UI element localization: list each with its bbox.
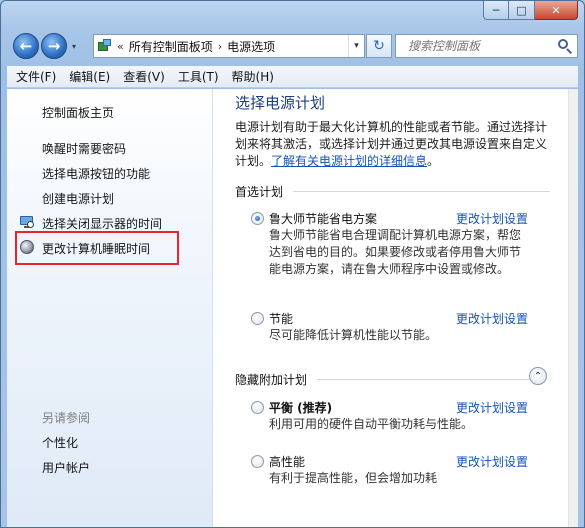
close-button[interactable]: ✕	[535, 1, 578, 20]
search-box[interactable]	[395, 34, 578, 58]
sidebar-control-panel-home[interactable]: 控制面板主页	[42, 104, 114, 121]
recent-pages-dropdown[interactable]: ▾	[68, 42, 80, 51]
search-icon[interactable]	[556, 37, 574, 55]
sidebar-item-wake-password[interactable]: 唤醒时需要密码	[42, 140, 126, 157]
sidebar-item-display-off-time[interactable]: 选择关闭显示器的时间	[42, 215, 162, 232]
breadcrumb-separator[interactable]: ›	[218, 40, 222, 53]
refresh-button[interactable]: ↻	[366, 34, 392, 58]
menu-bar: 文件(F) 编辑(E) 查看(V) 工具(T) 帮助(H)	[7, 66, 578, 88]
change-plan-settings-high-performance[interactable]: 更改计划设置	[456, 453, 528, 470]
plan-desc-balanced: 利用可用的硬件自动平衡功耗与性能。	[269, 417, 474, 431]
back-button[interactable]: ←	[13, 33, 39, 59]
plan-name-ludashi[interactable]: 鲁大师节能省电方案	[269, 210, 377, 227]
caption-buttons: ─ □ ✕	[483, 1, 578, 21]
monitor-clock-icon	[20, 215, 34, 229]
main-panel: 选择电源计划 电源计划有助于最大化计算机的性能或者节能。通过选择计划来将其激活，…	[213, 89, 578, 527]
menu-help[interactable]: 帮助(H)	[232, 68, 274, 85]
sidebar-item-power-button[interactable]: 选择电源按钮的功能	[42, 165, 150, 182]
change-plan-settings-ludashi[interactable]: 更改计划设置	[456, 210, 528, 227]
collapse-hidden-plans-button[interactable]: ⌃	[529, 367, 547, 385]
plan-desc-high-performance: 有利于提高性能，但会增加功耗	[269, 471, 438, 485]
search-input[interactable]	[396, 36, 556, 56]
change-plan-settings-balanced[interactable]: 更改计划设置	[456, 399, 528, 416]
breadcrumb-power-options[interactable]: 电源选项	[227, 38, 275, 55]
navigation-bar: ← → ▾ « 所有控制面板项 › 电源选项 ▾ ↻	[13, 32, 578, 60]
page-description: 电源计划有助于最大化计算机的性能或者节能。通过选择计划来将其激活，或选择计划并通…	[235, 119, 555, 170]
group-divider	[317, 379, 532, 380]
hidden-plans-title: 隐藏附加计划	[235, 373, 308, 387]
menu-view[interactable]: 查看(V)	[123, 68, 165, 85]
highlight-annotation	[15, 231, 179, 265]
content-area: 控制面板主页 唤醒时需要密码 选择电源按钮的功能 创建电源计划 选择关闭显示器的…	[7, 89, 578, 527]
description-end: 。	[427, 154, 440, 168]
plan-name-power-saver[interactable]: 节能	[269, 310, 293, 327]
page-title: 选择电源计划	[235, 94, 326, 112]
menu-tools[interactable]: 工具(T)	[178, 68, 219, 85]
refresh-icon: ↻	[373, 38, 385, 54]
plan-desc-power-saver: 尽可能降低计算机性能以节能。	[269, 328, 438, 342]
chevron-up-icon: ⌃	[533, 370, 543, 382]
address-dropdown-button[interactable]: ▾	[348, 35, 364, 57]
minimize-button[interactable]: ─	[483, 1, 509, 20]
plan-radio-balanced[interactable]	[251, 401, 264, 414]
group-divider	[293, 191, 550, 192]
menu-edit[interactable]: 编辑(E)	[69, 68, 110, 85]
plan-ludashi: 鲁大师节能省电方案 更改计划设置 鲁大师节能省电合理调配计算机电源方案，帮您达到…	[251, 210, 541, 290]
sidebar-item-personalization[interactable]: 个性化	[42, 434, 78, 451]
plan-desc-ludashi: 鲁大师节能省电合理调配计算机电源方案，帮您达到省电的目的。如果要修改或者停用鲁大…	[269, 228, 522, 276]
maximize-button[interactable]: □	[509, 1, 535, 20]
plan-high-performance: 高性能 更改计划设置 有利于提高性能，但会增加功耗	[251, 453, 541, 491]
learn-more-link[interactable]: 了解有关电源计划的详细信息	[271, 154, 427, 168]
see-also-title: 另请参阅	[42, 411, 91, 425]
task-sidebar: 控制面板主页 唤醒时需要密码 选择电源按钮的功能 创建电源计划 选择关闭显示器的…	[7, 89, 213, 527]
plan-radio-high-performance[interactable]	[251, 455, 264, 468]
menu-file[interactable]: 文件(F)	[16, 68, 56, 85]
plan-name-high-performance[interactable]: 高性能	[269, 453, 305, 470]
plan-name-balanced[interactable]: 平衡 (推荐)	[269, 399, 332, 416]
change-plan-settings-power-saver[interactable]: 更改计划设置	[456, 310, 528, 327]
plan-radio-ludashi[interactable]	[251, 212, 264, 225]
sidebar-item-user-accounts[interactable]: 用户帐户	[42, 459, 90, 476]
plan-radio-power-saver[interactable]	[251, 312, 264, 325]
vertical-scrollbar[interactable]	[568, 89, 578, 527]
breadcrumb-all-control-panel-items[interactable]: 所有控制面板项	[129, 38, 213, 55]
address-overflow-chevron[interactable]: «	[117, 40, 124, 53]
forward-button[interactable]: →	[41, 33, 67, 59]
sidebar-item-create-plan[interactable]: 创建电源计划	[42, 190, 114, 207]
control-panel-icon	[98, 39, 112, 53]
plan-power-saver: 节能 更改计划设置 尽可能降低计算机性能以节能。	[251, 310, 541, 348]
address-bar[interactable]: « 所有控制面板项 › 电源选项 ▾	[93, 34, 365, 58]
control-panel-window: ─ □ ✕ ← → ▾ « 所有控制面板项 › 电源选项 ▾ ↻ 文件(F) 编…	[0, 0, 585, 528]
preferred-plans-title: 首选计划	[235, 185, 284, 199]
plan-balanced: 平衡 (推荐) 更改计划设置 利用可用的硬件自动平衡功耗与性能。	[251, 399, 541, 437]
